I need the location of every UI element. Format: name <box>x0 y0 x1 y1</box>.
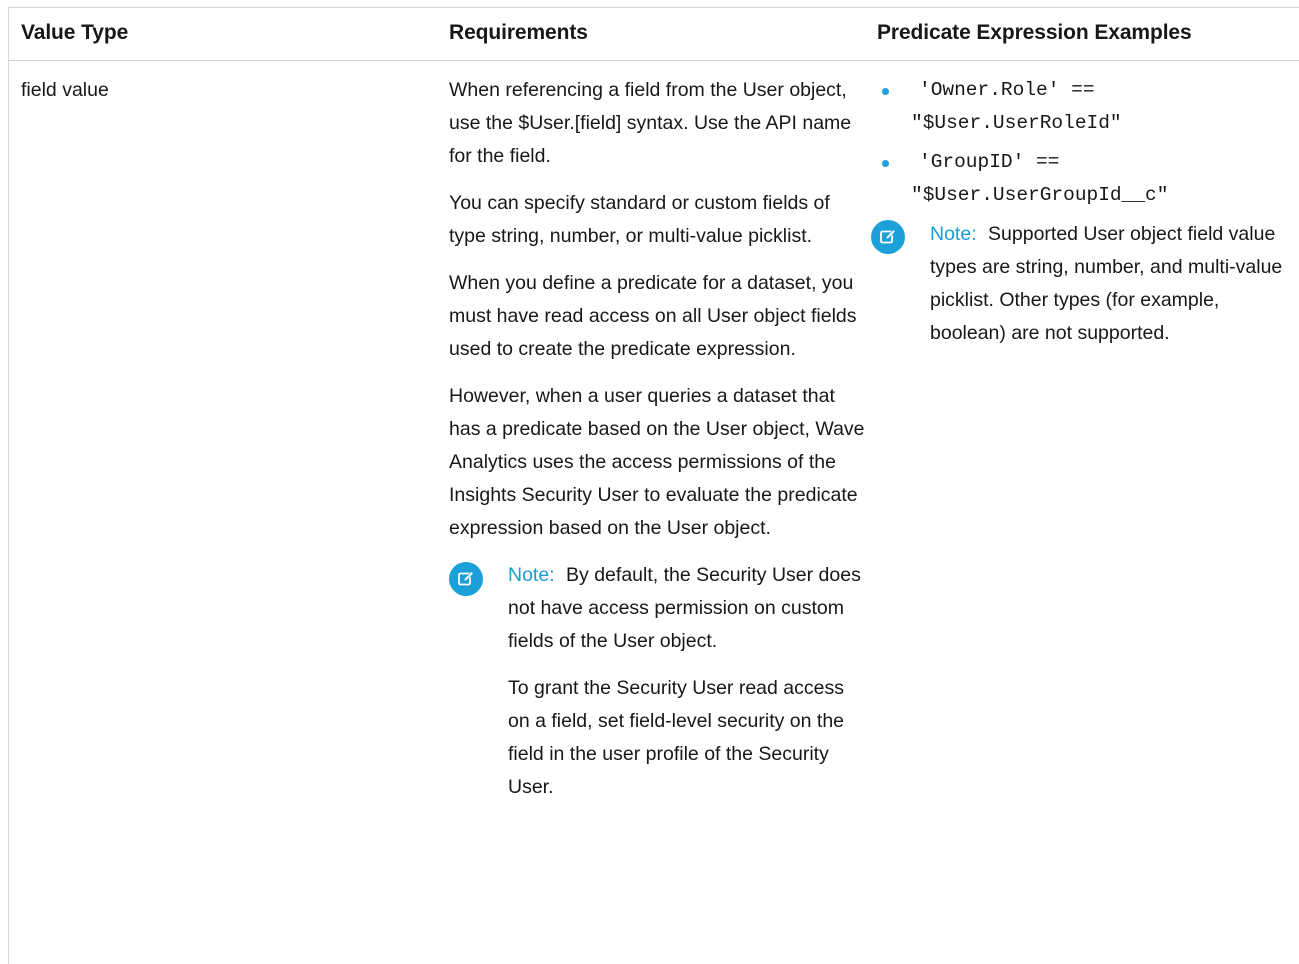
cell-requirements: When referencing a field from the User o… <box>449 74 869 818</box>
example-line: "$User.UserGroupId__c" <box>911 184 1169 206</box>
note-body: Supported User object field value types … <box>930 223 1283 344</box>
edit-note-icon <box>449 562 483 596</box>
requirement-paragraph: When you define a predicate for a datase… <box>449 272 857 360</box>
table-header-row: Value Type Requirements Predicate Expres… <box>9 8 1299 61</box>
bullet-dot <box>882 88 889 95</box>
note-text: Note: By default, the Security User does… <box>508 559 869 658</box>
example-line: "$User.UserRoleId" <box>911 112 1122 134</box>
example-line: 'GroupID' == <box>919 151 1060 173</box>
requirement-paragraph: You can specify standard or custom field… <box>449 192 830 247</box>
note-label: Note: <box>930 223 977 245</box>
edit-note-icon <box>871 220 905 254</box>
requirement-paragraph: When referencing a field from the User o… <box>449 79 852 167</box>
header-requirements: Requirements <box>449 21 588 44</box>
header-value-type: Value Type <box>21 21 129 44</box>
bullet-dot <box>882 160 889 167</box>
example-line: 'Owner.Role' == <box>919 79 1095 101</box>
note-text: Note: Supported User object field value … <box>930 218 1293 350</box>
note-text-2: To grant the Security User read access o… <box>508 677 845 798</box>
requirements-note: Note: By default, the Security User does… <box>449 559 869 804</box>
predicate-table: Value Type Requirements Predicate Expres… <box>8 7 1299 964</box>
header-examples: Predicate Expression Examples <box>877 21 1192 44</box>
examples-note: Note: Supported User object field value … <box>871 218 1293 350</box>
note-label: Note: <box>508 564 555 586</box>
cell-value-type: field value <box>21 79 109 101</box>
list-item: 'Owner.Role' == "$User.UserRoleId" <box>877 74 1299 140</box>
list-item: 'GroupID' == "$User.UserGroupId__c" <box>877 146 1299 212</box>
note-body: By default, the Security User does not h… <box>508 564 861 652</box>
examples-list: 'Owner.Role' == "$User.UserRoleId" 'Grou… <box>877 74 1299 212</box>
cell-examples: 'Owner.Role' == "$User.UserRoleId" 'Grou… <box>871 74 1299 364</box>
requirement-paragraph: However, when a user queries a dataset t… <box>449 385 865 539</box>
